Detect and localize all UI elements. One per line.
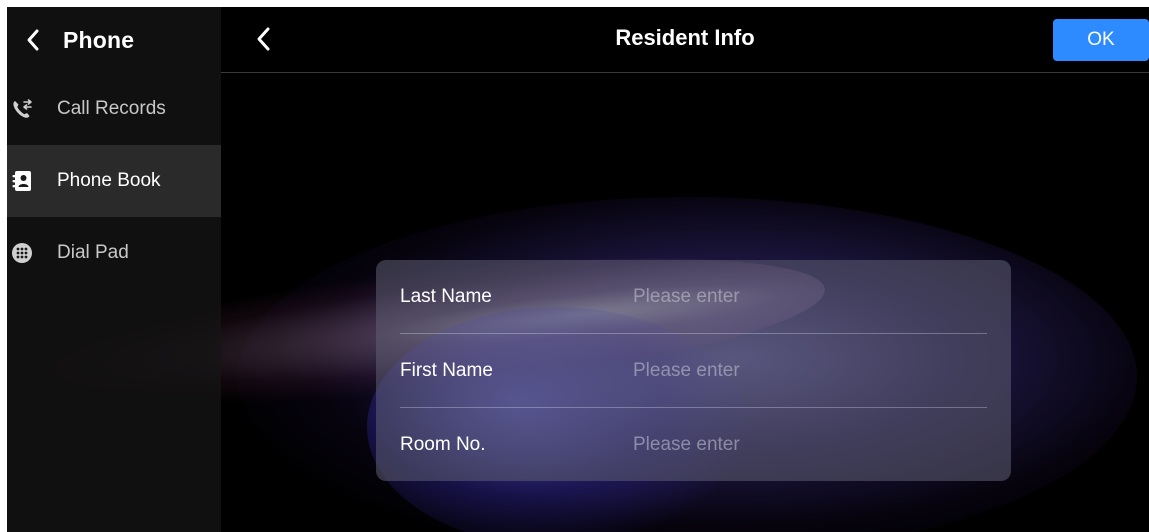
page-title: Resident Info [615,25,755,50]
first-name-input[interactable] [633,355,987,386]
screen: Phone Call Records Phone Book Dial Pad R… [0,0,1149,532]
call-records-icon [11,98,33,120]
sidebar-item-label: Phone Book [57,170,161,191]
dial-pad-icon [11,242,33,264]
sidebar: Phone Call Records Phone Book Dial Pad [7,7,221,532]
first-name-row: First Name [400,334,987,407]
sidebar-back-button[interactable] [25,26,49,54]
sidebar-item-label: Call Records [57,98,166,119]
resident-info-form: Last Name First Name Room No. [376,260,1011,481]
sidebar-item-phone-book[interactable]: Phone Book [7,145,221,217]
room-no-row: Room No. [400,408,987,481]
last-name-input[interactable] [633,281,987,312]
phone-book-icon [11,170,33,192]
last-name-row: Last Name [400,260,987,333]
room-no-label: Room No. [400,433,486,455]
device-display: Phone Call Records Phone Book Dial Pad R… [7,7,1149,532]
sidebar-item-label: Dial Pad [57,242,129,263]
sidebar-title: Phone [63,26,135,53]
chevron-left-icon [27,29,39,51]
sidebar-header: Phone [7,7,221,73]
first-name-label: First Name [400,359,493,381]
ok-button[interactable]: OK [1053,19,1149,61]
sidebar-item-call-records[interactable]: Call Records [7,73,221,145]
top-bar: Resident Info OK [221,7,1149,73]
sidebar-item-dial-pad[interactable]: Dial Pad [7,217,221,289]
room-no-input[interactable] [633,429,987,460]
last-name-label: Last Name [400,285,492,307]
